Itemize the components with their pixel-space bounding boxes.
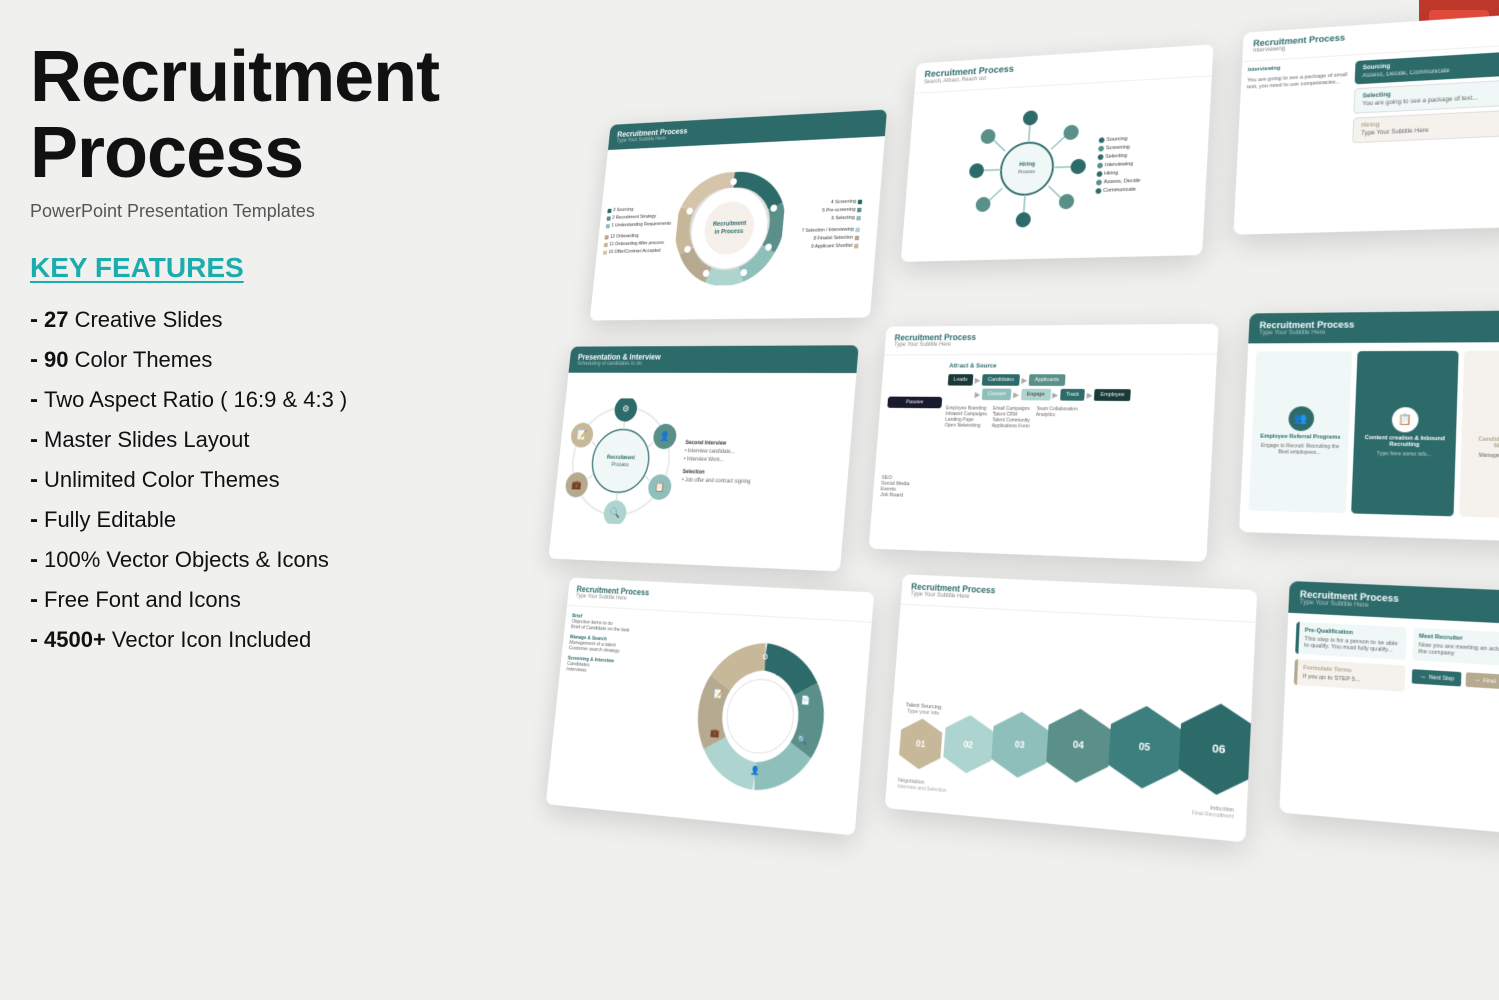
slide-6-subtitle: Type Your Subtitle Here	[1259, 328, 1499, 336]
dash-6: -	[30, 502, 38, 538]
main-title: Recruitment Process	[30, 40, 470, 191]
svg-text:📝: 📝	[577, 429, 588, 440]
slide-card-7: Recruitment Process Type Your Subtitle H…	[546, 578, 874, 836]
slide-3-cards: Sourcing Assess, Decide, Communicate Sel…	[1349, 49, 1499, 217]
feature-item-6: - Fully Editable	[30, 502, 470, 538]
slide-1-diagram: Recruitment in Process	[671, 169, 788, 286]
slide-6-card-3: 🤝 Candidate Relationship Management Mana…	[1459, 350, 1499, 519]
dash-8: -	[30, 582, 38, 618]
feature-item-1: - 27 Creative Slides	[30, 302, 470, 338]
svg-text:📝: 📝	[714, 688, 724, 698]
feature-bold-1: 27	[44, 307, 68, 332]
slide-1-label-1: 3 Sourcing	[607, 206, 674, 214]
slide-4-title: Presentation & Interview	[578, 352, 850, 362]
slide-7-list: Brief Objective items to doBrief of Cand…	[554, 613, 670, 798]
slide-7-diagram: ⚙ 📄 🔍 👤 💼 📝	[659, 619, 864, 817]
slide-card-9: Recruitment Process Type Your Subtitle H…	[1279, 581, 1499, 844]
feature-item-2: - 90 Color Themes	[30, 342, 470, 378]
svg-text:in Process: in Process	[714, 228, 744, 236]
slide-1-rlabel-5: 8 Finalist Selection	[786, 235, 859, 242]
slide-1-rlabel-3: 6 Selecting	[788, 215, 861, 223]
slide-1-rlabel-6: 9 Applicant Shortlist	[786, 243, 859, 250]
dash-7: -	[30, 542, 38, 578]
slide-card-3: Recruitment Process Interviewing Intervi…	[1233, 11, 1499, 234]
slide-card-1: Recruitment Process Type Your Subtitle H…	[590, 109, 887, 320]
slide-1-rlabel-1: 4 Screening	[790, 199, 863, 207]
svg-text:Recruitment: Recruitment	[713, 220, 748, 228]
slide-card-6: Recruitment Process Type Your Subtitle H…	[1239, 310, 1499, 543]
key-features-label: KEY FEATURES	[30, 252, 470, 284]
svg-text:💼: 💼	[710, 727, 720, 737]
slide-2-diagram: Hiring Process	[963, 105, 1092, 230]
slides-preview-area: Recruitment Process Type Your Subtitle H…	[499, 0, 1499, 1000]
feature-bold-9: 4500+	[44, 627, 106, 652]
dash-1: -	[30, 302, 38, 338]
slide-card-5: Recruitment Process Type Your Subtitle H…	[869, 324, 1219, 562]
feature-item-7: - 100% Vector Objects & Icons	[30, 542, 470, 578]
feature-item-9: - 4500+ Vector Icon Included	[30, 622, 470, 658]
slide-3-title: Recruitment Process	[1253, 19, 1499, 48]
slide-4-content: Second Interview • Interview candidate..…	[681, 439, 843, 489]
slide-5-subtitle: Type Your Subtitle Here	[894, 341, 1208, 348]
svg-text:💼: 💼	[571, 480, 582, 490]
svg-text:Recruitment: Recruitment	[607, 455, 636, 462]
slide-4-diagram: ⚙ 👤 📋 🔍 💼 📝 Recruitment Process	[559, 398, 684, 526]
feature-item-3: - Two Aspect Ratio ( 16:9 & 4:3 )	[30, 382, 470, 418]
feature-item-8: - Free Font and Icons	[30, 582, 470, 618]
slide-5-title: Recruitment Process	[894, 331, 1208, 343]
slide-card-4: Presentation & Interview Scheduling of c…	[548, 345, 858, 571]
slide-card-2: Recruitment Process Search, Attract, Rea…	[901, 44, 1214, 262]
dash-5: -	[30, 462, 38, 498]
dash-3: -	[30, 382, 38, 418]
svg-text:⚙: ⚙	[622, 404, 630, 414]
slide-1-label-4: 12 Onboarding	[605, 232, 672, 239]
feature-item-5: - Unlimited Color Themes	[30, 462, 470, 498]
slide-1-label-3: 1 Understanding Requirements	[606, 221, 673, 228]
slide-1-label-5: 11 Onboarding After process	[604, 240, 671, 247]
feature-bold-2: 90	[44, 347, 68, 372]
slide-8-body: Talent SourcingType your info 01 02 03 0	[885, 605, 1255, 833]
left-panel: Recruitment Process PowerPoint Presentat…	[30, 40, 470, 658]
svg-text:🔍: 🔍	[797, 733, 808, 745]
dash-2: -	[30, 342, 38, 378]
slide-5-body: Passive SEOSocial MediaEventsJob Board A…	[869, 355, 1217, 553]
slide-6-card-1: 👥 Employee Referral Programs Engage to R…	[1248, 351, 1352, 513]
svg-text:🔍: 🔍	[610, 507, 621, 518]
svg-text:📋: 📋	[654, 481, 665, 492]
subtitle: PowerPoint Presentation Templates	[30, 201, 470, 222]
svg-text:Process: Process	[611, 462, 629, 468]
svg-text:Process: Process	[1018, 169, 1036, 175]
feature-item-4: - Master Slides Layout	[30, 422, 470, 458]
slide-4-subtitle: Scheduling of candidates to do	[577, 361, 849, 367]
dash-9: -	[30, 622, 38, 658]
slide-card-8: Recruitment Process Type Your Subtitle H…	[885, 574, 1258, 842]
slides-3d-container: Recruitment Process Type Your Subtitle H…	[500, 0, 1499, 1000]
slide-2-labels: Sourcing Screening Selecting Interviewin…	[1095, 135, 1143, 193]
svg-text:Hiring: Hiring	[1019, 161, 1035, 168]
slide-6-card-2: 📋 Content creation & Inbound Recruiting …	[1351, 351, 1458, 517]
slide-1-label-2: 2 Recruitment Strategy	[607, 213, 674, 220]
slide-1-rlabel-4: 7 Selection / Interviewing	[787, 227, 860, 235]
svg-text:⚙: ⚙	[762, 651, 770, 661]
slide-3-left-text: Interviewing You are going to see a pack…	[1240, 61, 1350, 220]
slide-6-title: Recruitment Process	[1259, 317, 1499, 330]
dash-4: -	[30, 422, 38, 458]
slide-1-label-6: 10 Offer/Contract Accepted	[603, 248, 670, 255]
svg-text:👤: 👤	[659, 430, 670, 441]
feature-list: - 27 Creative Slides - 90 Color Themes -…	[30, 302, 470, 658]
svg-text:👤: 👤	[750, 765, 760, 776]
svg-text:📄: 📄	[801, 695, 811, 705]
slide-9-body: Pre-Qualification This step is for a per…	[1280, 613, 1499, 829]
slide-1-rlabel-2: 5 Pre-screening	[789, 207, 862, 215]
